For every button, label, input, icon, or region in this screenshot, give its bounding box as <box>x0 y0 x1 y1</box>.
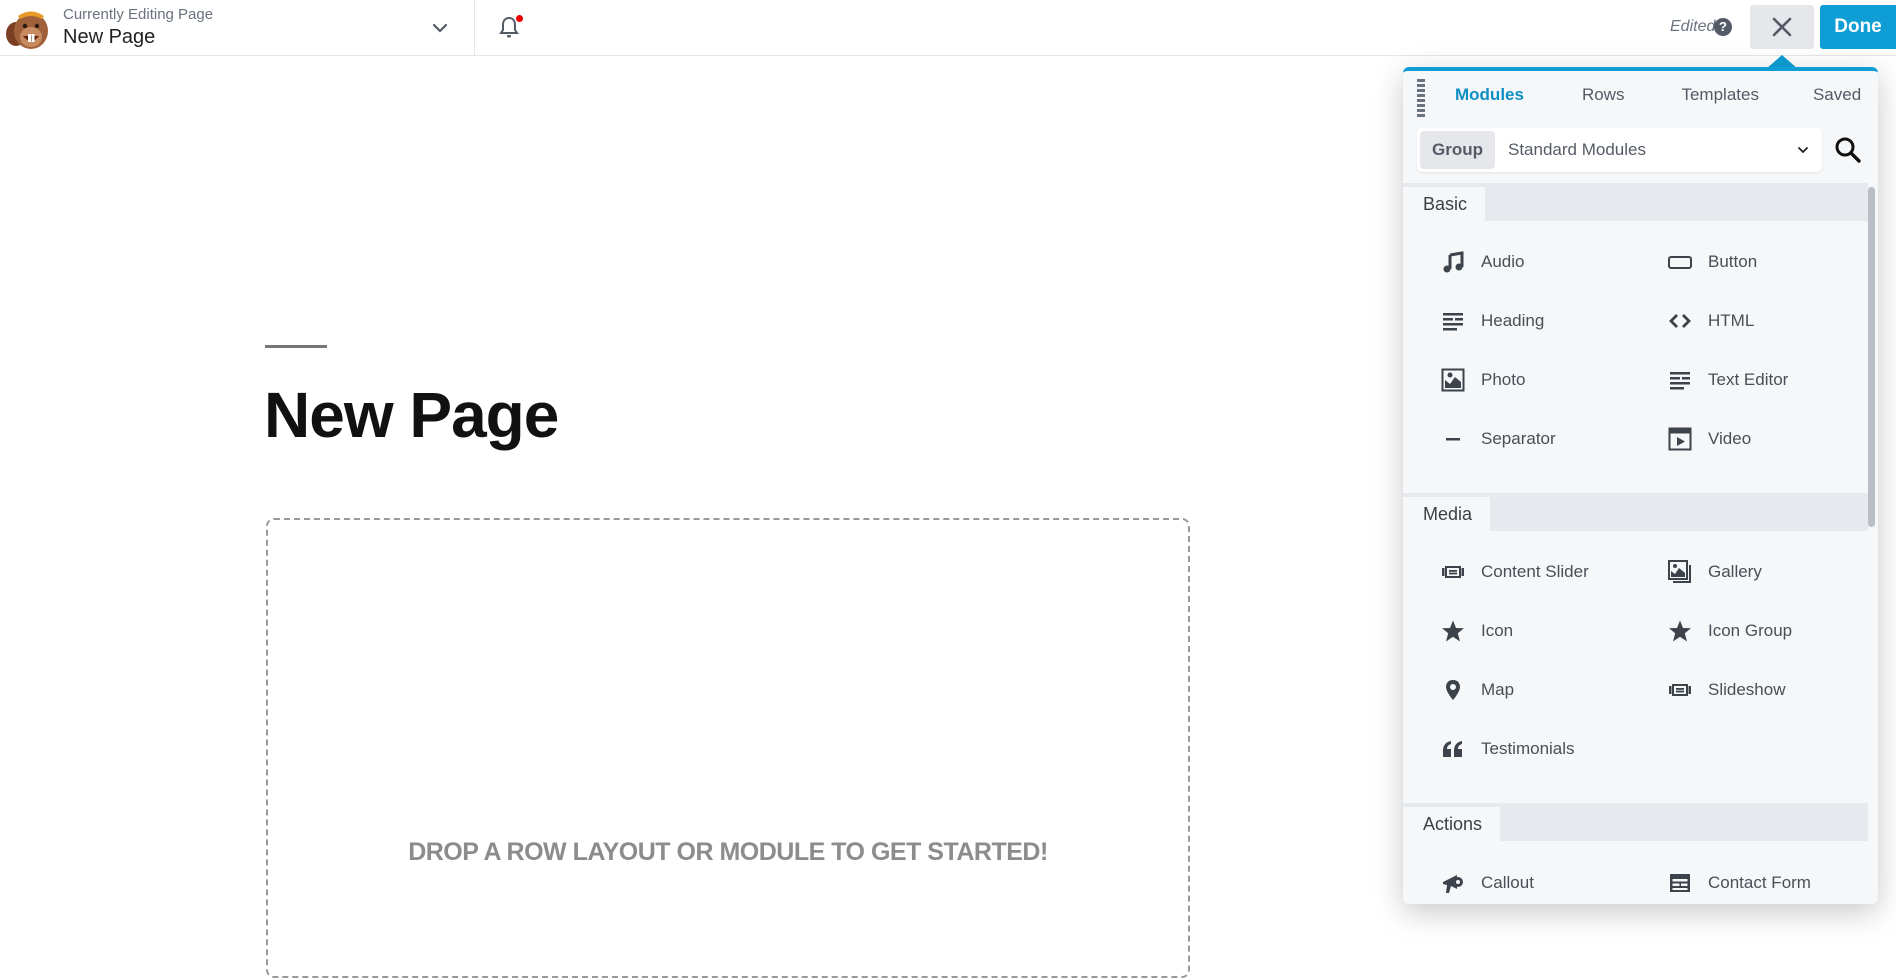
module-label: Callout <box>1481 873 1534 892</box>
star-icon <box>1668 619 1692 643</box>
module-label: Slideshow <box>1708 680 1786 699</box>
notification-badge <box>516 15 523 22</box>
title-rule <box>265 345 327 348</box>
module-content-slider[interactable]: Content Slider <box>1441 560 1589 584</box>
code-brackets-icon <box>1668 309 1692 333</box>
module-video[interactable]: Video <box>1668 427 1751 451</box>
module-label: Map <box>1481 680 1515 699</box>
module-label: Icon Group <box>1708 621 1793 640</box>
module-label: Heading <box>1481 311 1545 330</box>
panel-tabs: Modules Rows Templates Saved <box>1433 85 1861 105</box>
module-separator[interactable]: Separator <box>1441 427 1556 451</box>
section-header-media: Media <box>1403 493 1868 531</box>
video-clapper-icon <box>1668 427 1692 451</box>
slider-icon <box>1441 560 1465 584</box>
music-note-icon <box>1441 250 1465 274</box>
module-label: Photo <box>1481 370 1526 389</box>
edit-status: Edited <box>1670 18 1716 35</box>
modules-list: Basic Audio Button Heading HTML Photo Te… <box>1403 183 1878 904</box>
module-label: Testimonials <box>1481 739 1575 758</box>
beaver-logo-icon <box>6 11 48 49</box>
photo-icon <box>1441 368 1465 392</box>
button-icon <box>1668 250 1692 274</box>
drag-handle[interactable] <box>1417 79 1425 119</box>
drop-prompt: DROP A ROW LAYOUT OR MODULE TO GET START… <box>408 838 1048 866</box>
drop-zone[interactable] <box>266 518 1190 978</box>
module-label: Icon <box>1481 621 1514 640</box>
close-button[interactable] <box>1750 5 1814 49</box>
megaphone-icon <box>1441 871 1465 895</box>
editor-topbar: Currently Editing Page New Page Edited ?… <box>0 0 1896 56</box>
tab-templates[interactable]: Templates <box>1681 85 1758 105</box>
module-button[interactable]: Button <box>1668 250 1757 274</box>
page-heading: New Page <box>264 379 559 451</box>
section-title: Actions <box>1403 807 1501 841</box>
section-title: Media <box>1403 497 1491 531</box>
module-label: Video <box>1708 429 1752 448</box>
module-label: HTML <box>1708 311 1755 330</box>
module-contact-form[interactable]: Contact Form <box>1668 871 1811 895</box>
chevron-down-icon[interactable] <box>1795 142 1811 158</box>
divider <box>474 0 475 55</box>
tab-rows[interactable]: Rows <box>1582 85 1625 105</box>
module-label: Contact Form <box>1708 873 1811 892</box>
minus-icon <box>1441 427 1465 451</box>
module-icon[interactable]: Icon <box>1441 619 1513 643</box>
quote-icon <box>1441 737 1465 761</box>
editing-page-name: New Page <box>63 26 156 48</box>
tab-modules[interactable]: Modules <box>1455 85 1524 105</box>
editing-title[interactable]: Currently Editing Page New Page <box>63 6 213 50</box>
module-label: Content Slider <box>1481 562 1589 581</box>
search-icon[interactable] <box>1833 135 1863 165</box>
done-button[interactable]: Done <box>1820 5 1896 49</box>
editing-subtitle: Currently Editing Page <box>63 6 214 23</box>
section-header-actions: Actions <box>1403 803 1868 841</box>
module-heading[interactable]: Heading <box>1441 309 1544 333</box>
group-value[interactable]: Standard Modules <box>1508 140 1646 160</box>
module-map[interactable]: Map <box>1441 678 1514 702</box>
module-label: Text Editor <box>1708 370 1789 389</box>
map-pin-icon <box>1441 678 1465 702</box>
module-audio[interactable]: Audio <box>1441 250 1524 274</box>
slider-icon <box>1668 678 1692 702</box>
gallery-icon <box>1668 560 1692 584</box>
scrollbar[interactable] <box>1868 187 1875 527</box>
module-icon-group[interactable]: Icon Group <box>1668 619 1792 643</box>
star-icon <box>1441 619 1465 643</box>
module-html[interactable]: HTML <box>1668 309 1754 333</box>
group-select[interactable]: Group Standard Modules <box>1417 128 1822 172</box>
content-panel: Modules Rows Templates Saved Group Stand… <box>1403 67 1878 904</box>
module-slideshow[interactable]: Slideshow <box>1668 678 1786 702</box>
chevron-down-icon[interactable] <box>428 16 452 40</box>
close-icon <box>1772 17 1792 37</box>
module-photo[interactable]: Photo <box>1441 368 1525 392</box>
module-testimonials[interactable]: Testimonials <box>1441 737 1575 761</box>
module-gallery[interactable]: Gallery <box>1668 560 1762 584</box>
module-label: Separator <box>1481 429 1556 448</box>
module-label: Gallery <box>1708 562 1762 581</box>
module-callout[interactable]: Callout <box>1441 871 1534 895</box>
text-lines-icon <box>1668 368 1692 392</box>
group-label: Group <box>1420 131 1495 169</box>
form-icon <box>1668 871 1692 895</box>
section-title: Basic <box>1403 187 1486 221</box>
tab-saved[interactable]: Saved <box>1813 85 1861 105</box>
module-text-editor[interactable]: Text Editor <box>1668 368 1788 392</box>
module-label: Button <box>1708 252 1758 271</box>
section-header-basic: Basic <box>1403 183 1868 221</box>
module-label: Audio <box>1481 252 1525 271</box>
help-icon[interactable]: ? <box>1714 18 1732 36</box>
heading-lines-icon <box>1441 309 1465 333</box>
